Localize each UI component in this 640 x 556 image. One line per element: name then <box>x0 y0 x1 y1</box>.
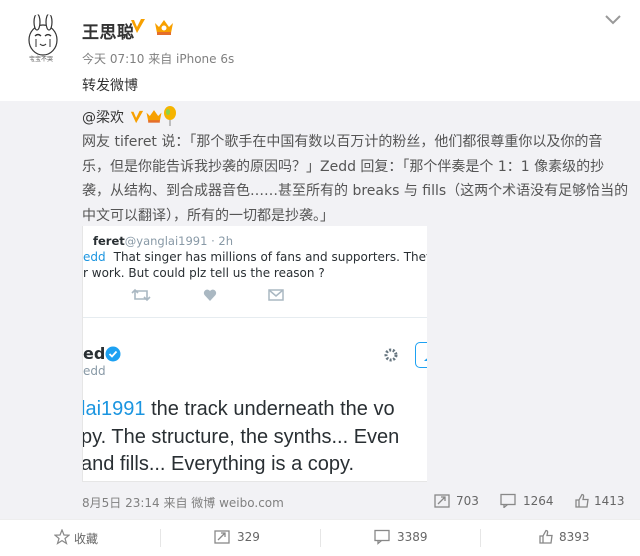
tweet-author-handle: edd <box>83 364 106 378</box>
message-icon <box>268 289 284 301</box>
repost-icon[interactable] <box>434 493 450 508</box>
embedded-screenshot[interactable]: feret@yanglai1991 · 2h edd That singer ha… <box>82 226 427 482</box>
balloon-icon <box>164 106 176 126</box>
verified-v-icon <box>131 19 145 33</box>
comment-count[interactable]: 3389 <box>397 530 428 544</box>
star-icon[interactable] <box>54 529 70 545</box>
original-comment-count[interactable]: 1264 <box>523 494 554 508</box>
repost-count[interactable]: 329 <box>237 530 260 544</box>
thumbs-up-icon[interactable] <box>574 493 590 508</box>
tweet-mention: edd <box>83 250 106 264</box>
tweet-body-text-1: the track underneath the vo <box>145 398 395 420</box>
follow-person-icon <box>424 358 427 361</box>
divider <box>480 529 481 547</box>
retweet-icon <box>131 288 151 302</box>
vip-crown-icon[interactable] <box>144 107 164 125</box>
comment-icon[interactable] <box>374 529 390 545</box>
tweet-body-line-3: and fills... Everything is a copy. <box>82 453 355 475</box>
original-meta[interactable]: 8月5日 23:14 来自 微博 weibo.com <box>82 494 284 511</box>
thumbs-up-icon[interactable] <box>538 529 554 545</box>
repost-icon[interactable] <box>214 529 230 545</box>
verified-badge-icon <box>105 346 121 362</box>
avatar-caption: 宝宝不哭 <box>29 56 54 63</box>
tweet-line-2: r work. But could plz tell us the reason… <box>83 266 325 280</box>
gear-icon <box>384 348 398 362</box>
tweet-body-line-2: py. The structure, the synths... Even <box>82 425 400 448</box>
divider <box>160 529 161 547</box>
poster-name[interactable]: 王思聪 <box>82 18 135 43</box>
tweet-line-1: edd That singer has millions of fans and … <box>83 250 427 264</box>
follow-button <box>415 342 427 368</box>
tweet-author: feret <box>93 234 125 248</box>
comment-icon[interactable] <box>500 493 516 508</box>
chevron-down-icon[interactable] <box>604 14 622 26</box>
avatar[interactable]: 宝宝不哭 <box>18 14 68 64</box>
tweet-handle-text: @yanglai1991 · 2h <box>124 234 233 248</box>
like-count[interactable]: 8393 <box>559 530 590 544</box>
divider <box>320 529 321 547</box>
heart-icon <box>203 289 217 301</box>
favorite-button[interactable]: 收藏 <box>74 530 98 547</box>
vip-crown-icon[interactable] <box>152 17 176 37</box>
tweet-mention: lai1991 <box>82 398 146 420</box>
tweet-body-line-1: lai1991 the track underneath the vo <box>82 396 399 424</box>
verified-v-icon <box>130 110 144 124</box>
original-repost-count[interactable]: 703 <box>456 494 479 508</box>
post-text: 转发微博 <box>82 78 138 94</box>
tweet-text: That singer has millions of fans and sup… <box>113 250 427 264</box>
original-author[interactable]: @梁欢 <box>82 107 124 127</box>
tweet-card: feret@yanglai1991 · 2h edd That singer ha… <box>83 226 427 318</box>
post-meta: 今天 07:10 来自 iPhone 6s <box>82 52 235 66</box>
tweet-body: lai1991 the track underneath the vo py. … <box>82 396 400 479</box>
tweet-handle: feret@yanglai1991 · 2h <box>93 234 233 248</box>
original-text: 网友 tiferet 说：「那个歌手在中国有数以百万计的粉丝，他们都很尊重你以及… <box>82 134 629 224</box>
original-like-count[interactable]: 1413 <box>594 494 625 508</box>
